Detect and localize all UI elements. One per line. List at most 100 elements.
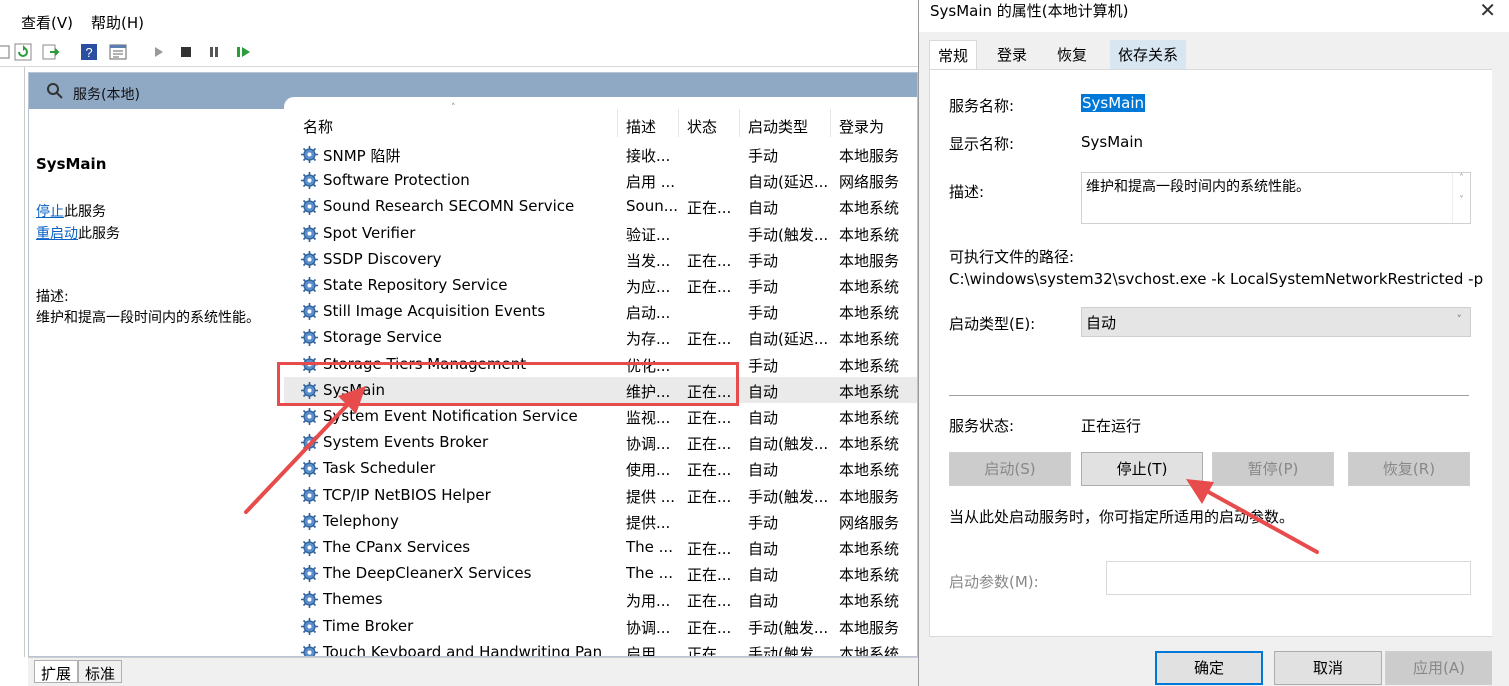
service-gear-icon [301, 591, 318, 609]
screen-edge-scrollbar[interactable] [1492, 32, 1509, 686]
menu-help[interactable]: 帮助(H) [91, 12, 144, 33]
tab-standard[interactable]: 标准 [78, 660, 123, 683]
menu-view[interactable]: 查看(V) [21, 12, 73, 33]
view-tabs: 扩展 标准 [28, 657, 918, 686]
service-startup-type: 手动 [748, 513, 779, 532]
pause-button[interactable]: 暂停(P) [1212, 452, 1334, 486]
properties-icon[interactable] [109, 43, 127, 61]
service-startup-type: 手动(触发... [748, 225, 829, 244]
description-box[interactable]: 维护和提高一段时间内的系统性能。 ˄ ˅ [1081, 172, 1471, 224]
col-divider[interactable] [830, 109, 831, 137]
col-divider[interactable] [678, 109, 679, 137]
chevron-down-icon: ˅ [1456, 313, 1463, 326]
service-gear-icon [301, 250, 318, 268]
service-logon-as: 本地系统 [839, 356, 900, 375]
service-row[interactable]: Touch Keyboard and Handwriting Panel S..… [284, 639, 917, 656]
stop-service-icon[interactable] [177, 43, 195, 61]
service-startup-type: 手动 [748, 147, 779, 165]
refresh-icon[interactable] [14, 43, 32, 61]
service-status: 正在... [687, 409, 732, 427]
service-startup-type: 手动(触发... [748, 487, 829, 506]
service-desc: The ... [626, 564, 673, 583]
service-row[interactable]: The DeepCleanerX Services The ... 正在... 自动 本… [284, 560, 917, 586]
col-header-name[interactable]: 名称 [303, 116, 333, 137]
service-startup-type: 手动 [748, 278, 779, 296]
restart-service-icon[interactable] [234, 43, 252, 61]
path-value: C:\windows\system32\svchost.exe -k Local… [949, 270, 1484, 288]
service-status: 正在... [687, 618, 732, 637]
service-startup-type: 自动 [748, 409, 779, 427]
apply-button[interactable]: 应用(A) [1385, 651, 1493, 685]
svg-text:?: ? [85, 45, 92, 60]
pause-service-icon[interactable] [205, 43, 223, 61]
back-icon[interactable] [0, 43, 12, 61]
service-row[interactable]: Still Image Acquisition Events 启动... 手动 本地系… [284, 298, 917, 324]
service-name-label: 服务名称: [949, 97, 1015, 115]
startup-type-select[interactable]: 自动 ˅ [1081, 307, 1471, 337]
tab-logon[interactable]: 登录 [989, 40, 1036, 70]
service-row[interactable]: TCP/IP NetBIOS Helper 提供 ... 正在... 手动(触发...… [284, 482, 917, 508]
service-logon-as: 本地系统 [839, 225, 900, 244]
col-header-logon[interactable]: 登录为 [839, 116, 884, 137]
col-divider[interactable] [617, 109, 618, 137]
service-logon-as: 本地系统 [839, 540, 900, 558]
service-row[interactable]: System Events Broker 协调... 正在... 自动(触发... 本地… [284, 429, 917, 455]
description-scrollbar[interactable]: ˄ ˅ [1452, 173, 1470, 223]
tab-dependencies[interactable]: 依存关系 [1110, 40, 1187, 70]
service-logon-as: 本地系统 [839, 304, 900, 323]
service-startup-type: 自动 [748, 592, 779, 611]
start-button[interactable]: 启动(S) [949, 452, 1071, 486]
service-row[interactable]: SNMP 陷阱 接收... 手动 本地服务 [284, 141, 917, 167]
service-row[interactable]: System Event Notification Service 监视... 正在… [284, 403, 917, 429]
ok-button[interactable]: 确定 [1155, 651, 1263, 685]
service-name-value[interactable]: SysMain [1081, 94, 1146, 112]
tab-extended[interactable]: 扩展 [34, 660, 79, 683]
display-name-value[interactable]: SysMain [1081, 133, 1143, 151]
start-service-icon[interactable] [149, 43, 167, 61]
service-desc: Soun... [626, 197, 678, 216]
service-status: 正在... [687, 435, 732, 454]
service-logon-as: 本地系统 [839, 382, 900, 401]
service-logon-as: 本地服务 [839, 147, 900, 165]
service-row[interactable]: Software Protection 启用 ... 自动(延迟... 网络服务 [284, 167, 917, 193]
service-row[interactable]: Sound Research SECOMN Service Soun... 正在..… [284, 193, 917, 219]
tab-general[interactable]: 常规 [929, 40, 978, 71]
service-desc: The ... [626, 538, 673, 556]
restart-service-link[interactable]: 重启动 [36, 226, 78, 242]
col-header-status[interactable]: 状态 [687, 116, 717, 137]
help-icon[interactable]: ? [80, 43, 98, 61]
service-name: Still Image Acquisition Events [323, 302, 546, 321]
dialog-title: SysMain 的属性(本地计算机) [930, 2, 1129, 20]
cancel-button[interactable]: 取消 [1274, 651, 1382, 685]
description-label: 描述: [36, 289, 69, 305]
col-header-desc[interactable]: 描述 [626, 116, 656, 137]
stop-button[interactable]: 停止(T) [1081, 452, 1203, 486]
properties-dialog: SysMain 的属性(本地计算机) ✕ 常规 登录 恢复 依存关系 服务名称:… [918, 0, 1509, 686]
service-row[interactable]: Time Broker 协调... 正在... 手动(触发... 本地服务 [284, 613, 917, 639]
stop-service-link[interactable]: 停止 [36, 204, 64, 220]
service-name: Telephony [323, 511, 399, 530]
col-header-startup[interactable]: 启动类型 [748, 116, 808, 137]
col-divider[interactable] [739, 109, 740, 137]
service-status: 正在... [687, 199, 732, 218]
service-row[interactable]: Storage Service 为存... 正在... 自动(延迟... 本地系统 [284, 324, 917, 350]
service-name: SNMP 陷阱 [323, 147, 401, 165]
service-logon-as: 本地系统 [839, 435, 900, 454]
service-row[interactable]: SSDP Discovery 当发... 正在... 手动 本地服务 [284, 246, 917, 272]
service-startup-type: 手动 [748, 356, 779, 375]
service-row[interactable]: Telephony 提供... 手动 网络服务 [284, 508, 917, 534]
tab-recovery[interactable]: 恢复 [1049, 40, 1096, 70]
service-row[interactable]: State Repository Service 为应... 正在... 手动 本地系统 [284, 272, 917, 298]
resume-button[interactable]: 恢复(R) [1348, 452, 1470, 486]
start-params-input[interactable] [1106, 561, 1471, 595]
services-icon [47, 83, 63, 99]
service-logon-as: 本地系统 [839, 461, 900, 480]
service-row[interactable]: The CPanx Services The ... 正在... 自动 本地系统 [284, 534, 917, 560]
export-list-icon[interactable] [42, 43, 60, 61]
close-icon[interactable]: ✕ [1479, 0, 1496, 22]
service-row[interactable]: Spot Verifier 验证... 手动(触发... 本地系统 [284, 220, 917, 246]
service-row[interactable]: Themes 为用... 正在... 自动 本地系统 [284, 586, 917, 612]
service-gear-icon [301, 617, 318, 635]
service-name: System Events Broker [323, 433, 489, 452]
service-row[interactable]: Task Scheduler 使用... 正在... 自动 本地系统 [284, 455, 917, 481]
